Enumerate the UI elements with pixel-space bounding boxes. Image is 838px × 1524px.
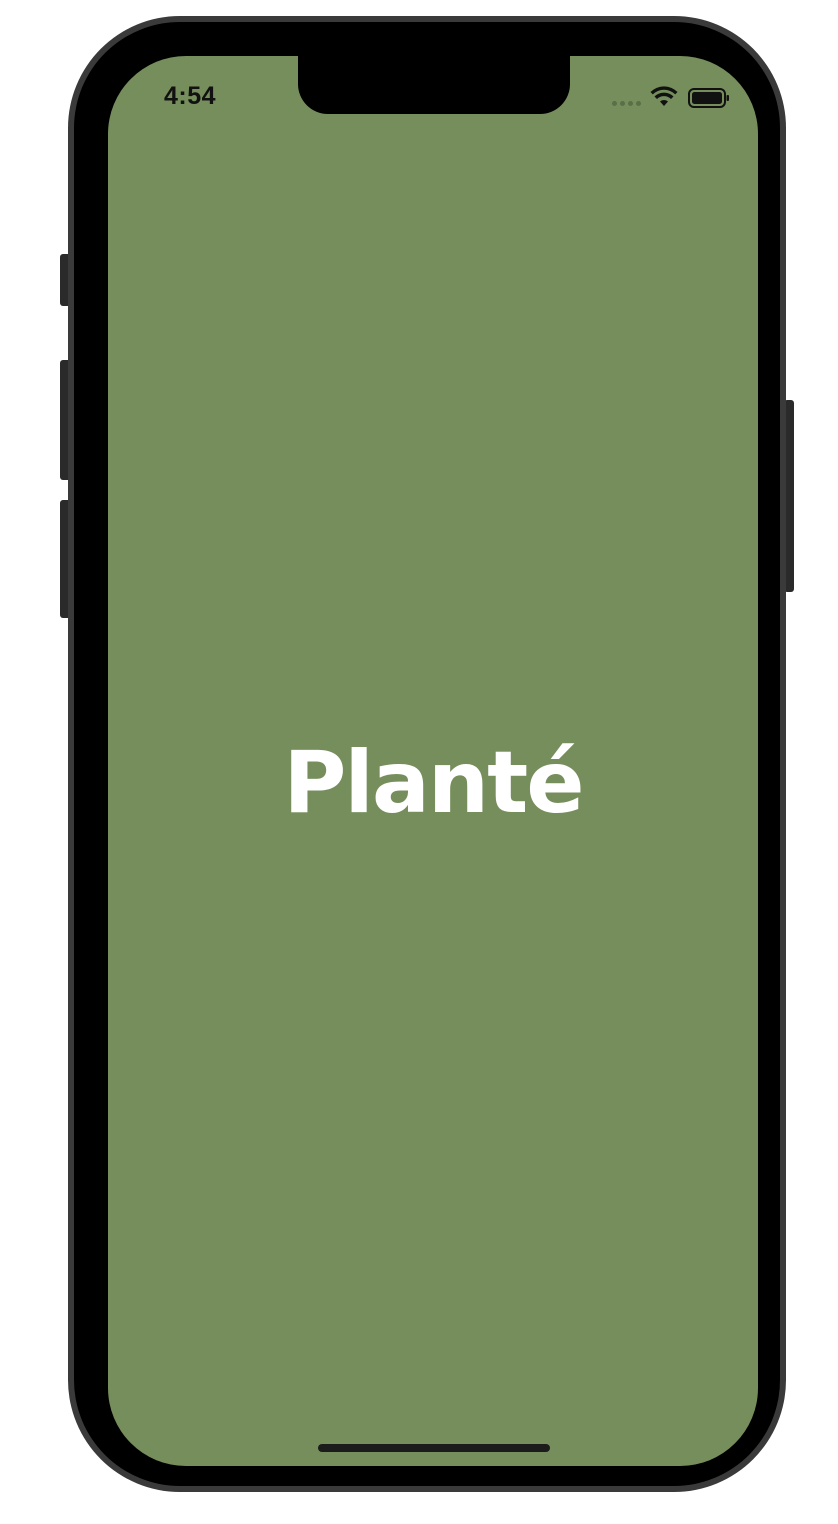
splash-screen: 4:54 Planté xyxy=(108,56,758,1466)
status-time: 4:54 xyxy=(164,82,217,110)
notch xyxy=(298,56,570,114)
phone-bezel: 4:54 Planté xyxy=(74,22,780,1486)
cellular-signal-icon xyxy=(612,101,642,107)
battery-icon xyxy=(688,88,729,108)
app-name-title: Planté xyxy=(283,733,584,833)
phone-frame: 4:54 Planté xyxy=(68,16,786,1492)
wifi-icon xyxy=(650,86,678,106)
home-indicator[interactable] xyxy=(318,1444,550,1452)
